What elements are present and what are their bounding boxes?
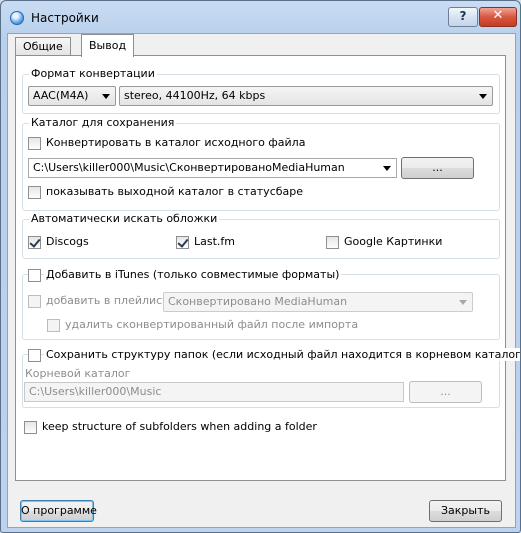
about-button[interactable]: О программе — [20, 500, 97, 522]
convert-to-source-checkbox[interactable] — [28, 137, 41, 150]
keep-subfolders-checkbox[interactable] — [24, 421, 37, 434]
lastfm-checkbox[interactable] — [176, 236, 189, 249]
show-in-statusbar-checkbox[interactable] — [28, 186, 41, 199]
output-tab-page: Формат конвертации AAC(M4A) stereo, 4410… — [15, 55, 520, 481]
title-bar[interactable]: Настройки ? ✕ — [1, 1, 520, 35]
output-folder-group-label: Каталог для сохранения — [29, 116, 177, 129]
discogs-label[interactable]: Discogs — [46, 235, 89, 248]
playlist-select[interactable]: Сконвертировано MediaHuman — [163, 292, 473, 312]
tab-output[interactable]: Вывод — [81, 34, 135, 57]
convert-to-source-label[interactable]: Конвертировать в каталог исходного файла — [46, 136, 305, 149]
dialog-client-area: Общие Вывод Формат конвертации AAC(M4A) … — [7, 33, 520, 528]
app-globe-icon — [10, 11, 24, 25]
lastfm-label[interactable]: Last.fm — [194, 235, 235, 248]
browse-root-button[interactable]: ... — [409, 381, 482, 403]
delete-after-import-checkbox[interactable] — [47, 319, 60, 332]
window-close-button[interactable]: ✕ — [479, 7, 517, 27]
keep-structure-label[interactable]: Сохранить структуру папок (если исходный… — [44, 348, 520, 361]
chevron-down-icon — [479, 94, 487, 99]
root-folder-field[interactable]: C:\Users\killer000\Music — [24, 382, 404, 402]
root-folder-value: C:\Users\killer000\Music — [29, 385, 162, 398]
tab-general[interactable]: Общие — [15, 37, 71, 56]
covers-group-label: Автоматически искать обложки — [29, 212, 220, 225]
close-button[interactable]: Закрыть — [429, 500, 502, 522]
add-to-itunes-checkbox[interactable] — [28, 269, 41, 282]
output-path-value: C:\Users\killer000\Music\Сконвертировано… — [33, 161, 345, 174]
itunes-group: Добавить в iTunes (только совместимые фо… — [22, 268, 500, 340]
chevron-down-icon — [459, 300, 467, 305]
quality-select[interactable]: stereo, 44100Hz, 64 kbps — [119, 86, 493, 106]
playlist-value: Сконвертировано MediaHuman — [168, 295, 348, 308]
google-images-checkbox[interactable] — [326, 236, 339, 249]
quality-value: stereo, 44100Hz, 64 kbps — [124, 89, 266, 102]
output-path-combo[interactable]: C:\Users\killer000\Music\Сконвертировано… — [28, 158, 397, 178]
discogs-checkbox[interactable] — [28, 236, 41, 249]
window-title: Настройки — [31, 11, 99, 25]
settings-window: Настройки ? ✕ Общие Вывод Формат конверт… — [0, 0, 521, 533]
covers-group: Автоматически искать обложки Discogs Las… — [22, 212, 500, 259]
codec-select[interactable]: AAC(M4A) — [28, 86, 116, 106]
keep-subfolders-label[interactable]: keep structure of subfolders when adding… — [42, 420, 317, 433]
chevron-down-icon — [383, 166, 391, 171]
codec-value: AAC(M4A) — [33, 89, 89, 102]
folder-structure-group: Сохранить структуру папок (если исходный… — [22, 348, 520, 408]
help-button[interactable]: ? — [448, 7, 478, 27]
output-folder-group: Каталог для сохранения Конвертировать в … — [22, 116, 500, 211]
chevron-down-icon — [102, 94, 110, 99]
format-group-label: Формат конвертации — [29, 67, 157, 80]
browse-output-button[interactable]: ... — [401, 157, 474, 179]
show-in-statusbar-label[interactable]: показывать выходной каталог в статусбаре — [46, 185, 303, 198]
root-folder-label: Корневой каталог — [25, 367, 131, 380]
add-to-playlist-label: добавить в плейлист: — [46, 294, 173, 307]
add-to-playlist-checkbox[interactable] — [28, 295, 41, 308]
delete-after-import-label: удалить сконвертированный файл после имп… — [65, 318, 359, 331]
format-group: Формат конвертации AAC(M4A) stereo, 4410… — [22, 67, 500, 114]
add-to-itunes-label[interactable]: Добавить в iTunes (только совместимые фо… — [44, 268, 342, 281]
keep-structure-checkbox[interactable] — [28, 349, 41, 362]
google-images-label[interactable]: Google Картинки — [344, 235, 442, 248]
